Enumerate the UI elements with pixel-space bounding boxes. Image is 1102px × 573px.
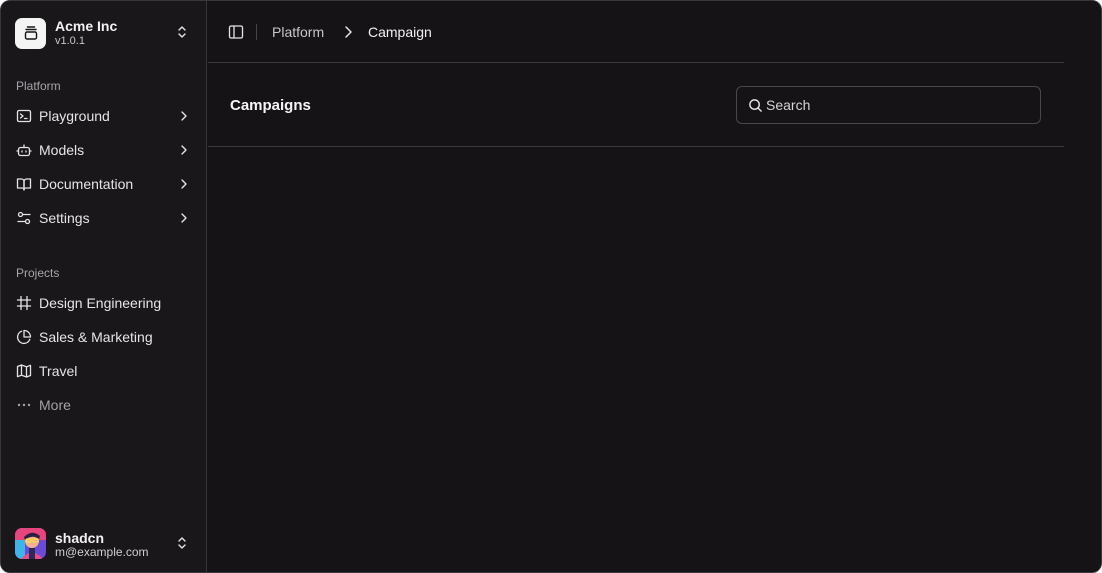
map-icon [16,364,32,378]
project-item-design-engineering[interactable]: Design Engineering [9,288,199,318]
group-label-projects: Projects [16,266,60,280]
breadcrumb-current: Campaign [368,24,432,40]
chevron-right-icon [345,26,352,38]
search-icon [749,99,762,112]
project-item-label: More [39,397,71,413]
project-item-label: Sales & Marketing [39,329,153,345]
sidebar-item-documentation[interactable]: Documentation [9,169,199,199]
project-item-sales-marketing[interactable]: Sales & Marketing [9,322,199,352]
user-email: m@example.com [55,545,149,559]
sidebar-item-models[interactable]: Models [9,135,199,165]
divider [256,24,257,40]
pie-chart-icon [16,329,32,345]
project-item-travel[interactable]: Travel [9,356,199,386]
chevron-right-icon [181,179,187,189]
app-window: Acme Inc v1.0.1 Platform Playground Mode… [0,0,1102,573]
sidebar: Acme Inc v1.0.1 Platform Playground Mode… [1,1,207,572]
chevrons-up-down-icon [178,26,186,38]
org-name: Acme Inc [55,18,118,34]
page-header: Campaigns [208,63,1064,147]
main-content: Platform Campaign Campaigns [208,1,1101,572]
chevron-right-icon [181,213,187,223]
sidebar-item-label: Playground [39,108,110,124]
chevron-right-icon [181,111,187,121]
search-input[interactable] [766,95,1026,115]
settings-sliders-icon [17,211,31,225]
chevrons-up-down-icon [178,537,186,549]
search-box[interactable] [736,86,1041,124]
bot-icon [16,144,32,157]
frame-icon [16,295,32,311]
breadcrumb-platform[interactable]: Platform [272,24,324,40]
page-title: Campaigns [230,97,311,114]
sidebar-item-label: Documentation [39,176,134,192]
chevron-right-icon [181,145,187,155]
terminal-icon [16,109,32,123]
project-item-more[interactable]: More [9,390,199,420]
more-horizontal-icon [17,403,31,407]
top-bar: Platform Campaign [208,1,1064,63]
sidebar-toggle-icon[interactable] [228,24,244,40]
sidebar-item-settings[interactable]: Settings [9,203,199,233]
sidebar-item-playground[interactable]: Playground [9,101,199,131]
project-item-label: Design Engineering [39,295,162,311]
book-open-icon [16,178,32,191]
org-version: v1.0.1 [55,35,85,47]
group-label-platform: Platform [16,79,61,93]
sidebar-item-label: Models [39,142,85,158]
user-name: shadcn [55,530,105,546]
org-switcher[interactable]: Acme Inc v1.0.1 [15,17,195,49]
org-logo [15,17,46,49]
user-menu[interactable]: shadcn m@example.com [15,527,195,561]
project-item-label: Travel [39,363,78,379]
gallery-icon [24,26,37,40]
sidebar-item-label: Settings [39,210,90,226]
avatar [15,528,46,559]
